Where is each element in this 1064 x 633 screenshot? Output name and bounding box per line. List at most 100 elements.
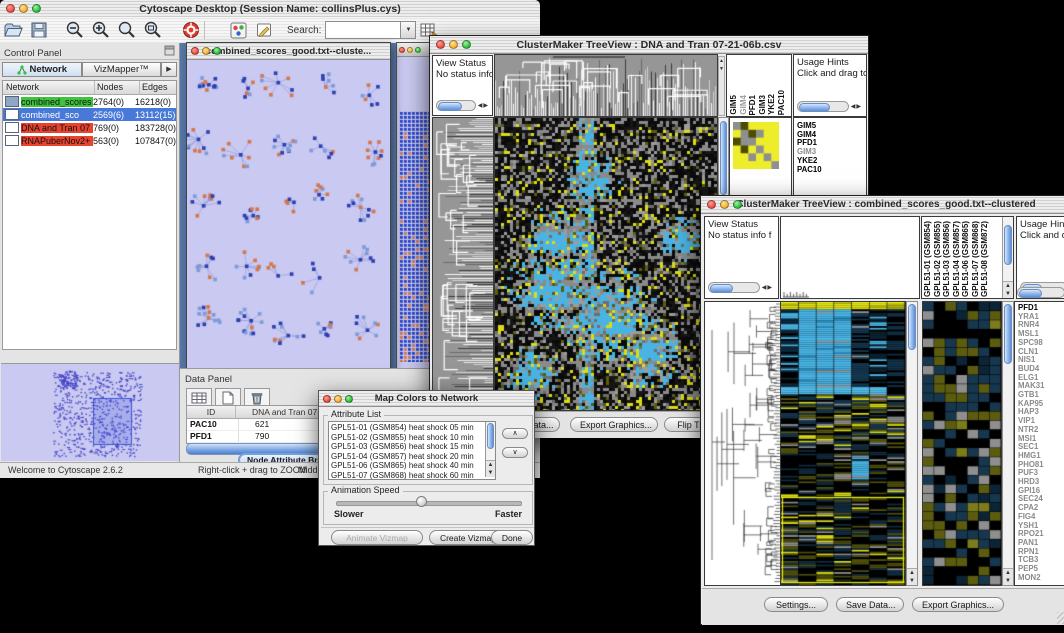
traffic-lights[interactable] bbox=[6, 4, 41, 13]
attribute-list[interactable]: GPL51-01 (GSM854) heat shock 05 min GPL51… bbox=[328, 421, 496, 480]
minimize-icon[interactable] bbox=[720, 200, 729, 209]
column-label[interactable]: YKE2 bbox=[768, 94, 777, 115]
zoom-window-icon[interactable] bbox=[415, 47, 421, 53]
search-dropdown-button[interactable] bbox=[401, 21, 416, 39]
column-label[interactable]: GIM3 bbox=[759, 95, 768, 115]
network-table-row[interactable]: DNA and Tran 07769(0)183728(0) bbox=[3, 121, 176, 134]
column-label[interactable]: GPL51-03 (GSM856) bbox=[943, 221, 952, 297]
tv2-zoom-heatmap[interactable] bbox=[922, 301, 1002, 586]
close-icon[interactable] bbox=[707, 200, 716, 209]
close-icon[interactable] bbox=[436, 40, 445, 49]
network-overview-panel[interactable] bbox=[1, 363, 179, 461]
tv2-save-data-button[interactable]: Save Data... bbox=[836, 597, 904, 612]
column-label[interactable]: GPL51-02 (GSM855) bbox=[934, 221, 943, 297]
close-icon[interactable] bbox=[6, 4, 15, 13]
gene-label[interactable]: PAC10 bbox=[797, 166, 866, 175]
traffic-lights[interactable] bbox=[436, 40, 471, 49]
tab-overflow-button[interactable] bbox=[161, 62, 177, 77]
animation-speed-slider[interactable] bbox=[336, 501, 522, 506]
column-label[interactable]: PAC10 bbox=[778, 90, 787, 115]
column-label[interactable]: GPL51-07 (GSM868) bbox=[972, 221, 981, 297]
close-icon[interactable] bbox=[323, 395, 331, 403]
zoom-window-icon[interactable] bbox=[733, 200, 742, 209]
scroll-up-icon[interactable] bbox=[719, 57, 724, 65]
network-table-row[interactable]: RNAPuberNov2+563(0)107847(0) bbox=[3, 134, 176, 147]
close-icon[interactable] bbox=[399, 47, 405, 53]
move-down-button[interactable]: ∨ bbox=[502, 447, 528, 458]
help-lifering-icon[interactable] bbox=[178, 19, 204, 41]
zoom-fit-icon[interactable] bbox=[114, 19, 140, 41]
scroll-down-icon[interactable] bbox=[486, 469, 495, 477]
save-session-icon[interactable] bbox=[26, 19, 52, 41]
tv2-export-graphics-button[interactable]: Export Graphics... bbox=[912, 597, 1004, 612]
zoom-selected-icon[interactable] bbox=[140, 19, 166, 41]
column-label[interactable]: GPL51-08 (GSM872) bbox=[981, 221, 990, 297]
scroll-up-icon[interactable] bbox=[1003, 282, 1013, 290]
zoom-window-icon[interactable] bbox=[213, 47, 221, 55]
tv1-row-dendrogram[interactable] bbox=[432, 117, 494, 411]
resize-grip-icon[interactable] bbox=[1057, 612, 1064, 624]
scroll-up-icon[interactable] bbox=[907, 569, 917, 577]
tv2-heatmap[interactable] bbox=[780, 301, 906, 586]
scroll-up-icon[interactable] bbox=[1003, 569, 1013, 577]
tv2-zoom-vscrollbar[interactable] bbox=[1002, 301, 1014, 586]
scroll-right-icon[interactable] bbox=[856, 103, 861, 111]
slider-thumb[interactable] bbox=[416, 496, 427, 507]
minimize-icon[interactable] bbox=[449, 40, 458, 49]
tv2-gene-list-hscrollbar[interactable] bbox=[1017, 287, 1064, 298]
minimize-icon[interactable] bbox=[202, 47, 210, 55]
column-label[interactable]: GPL51-01 (GSM854) bbox=[924, 221, 933, 297]
tv1-global-thumbnail[interactable] bbox=[733, 122, 779, 169]
tv2-status-scrollbar[interactable] bbox=[708, 282, 772, 293]
scroll-left-icon[interactable] bbox=[762, 284, 767, 292]
data-col-id[interactable]: ID bbox=[187, 406, 236, 418]
attribute-list-vscrollbar[interactable] bbox=[485, 422, 495, 477]
tv1-column-dendrogram[interactable] bbox=[494, 54, 718, 117]
col-header-edges[interactable]: Edges bbox=[140, 81, 176, 94]
scroll-up-icon[interactable] bbox=[486, 461, 495, 469]
tv1-heatmap[interactable] bbox=[494, 117, 718, 411]
main-title-bar[interactable]: Cytoscape Desktop (Session Name: collins… bbox=[0, 0, 540, 18]
minimize-icon[interactable] bbox=[334, 395, 342, 403]
scroll-down-icon[interactable] bbox=[1003, 290, 1013, 298]
scroll-down-icon[interactable] bbox=[719, 65, 724, 73]
zoom-window-icon[interactable] bbox=[32, 4, 41, 13]
tab-network[interactable]: Network bbox=[2, 62, 82, 77]
traffic-lights[interactable] bbox=[399, 47, 421, 53]
tv1-status-scrollbar[interactable] bbox=[436, 100, 488, 111]
traffic-lights[interactable] bbox=[707, 200, 742, 209]
tab-vizmapper[interactable]: VizMapper™ bbox=[82, 62, 162, 77]
annotation-icon[interactable] bbox=[251, 19, 277, 41]
scroll-right-icon[interactable] bbox=[767, 284, 772, 292]
open-session-icon[interactable] bbox=[0, 19, 26, 41]
column-label[interactable]: GPL51-04 (GSM857) bbox=[953, 221, 962, 297]
scroll-down-icon[interactable] bbox=[907, 577, 917, 585]
col-header-network[interactable]: Network bbox=[3, 81, 95, 94]
traffic-lights[interactable] bbox=[323, 395, 353, 403]
tv2-heatmap-vscrollbar[interactable] bbox=[906, 301, 918, 586]
zoom-out-icon[interactable] bbox=[62, 19, 88, 41]
column-label[interactable]: GIM4 bbox=[740, 95, 749, 115]
gene-label[interactable]: MON2 bbox=[1018, 574, 1064, 583]
network-overview-canvas[interactable] bbox=[1, 364, 179, 461]
column-label[interactable]: GPL51-06 (GSM865) bbox=[962, 221, 971, 297]
column-label[interactable]: PFD1 bbox=[749, 95, 758, 115]
tv1-export-graphics-button[interactable]: Export Graphics... bbox=[570, 417, 658, 432]
close-icon[interactable] bbox=[191, 47, 199, 55]
scroll-right-icon[interactable] bbox=[483, 102, 488, 110]
attribute-list-item[interactable]: GPL51-01 (GSM854) heat shock 05 min bbox=[331, 423, 493, 433]
scroll-left-icon[interactable] bbox=[478, 102, 483, 110]
tv2-labels-vscrollbar[interactable] bbox=[1002, 217, 1013, 298]
traffic-lights[interactable] bbox=[191, 47, 221, 55]
attribute-list-item[interactable]: GPL51-06 (GSM865) heat shock 40 min bbox=[331, 461, 493, 471]
tv1-usage-scrollbar[interactable] bbox=[797, 101, 861, 112]
attribute-list-item[interactable]: GPL51-03 (GSM856) heat shock 15 min bbox=[331, 442, 493, 452]
attribute-list-item[interactable]: GPL51-04 (GSM857) heat shock 20 min bbox=[331, 452, 493, 462]
minimize-icon[interactable] bbox=[407, 47, 413, 53]
column-label[interactable]: GIM5 bbox=[730, 95, 739, 115]
move-up-button[interactable]: ∧ bbox=[502, 428, 528, 439]
animate-vizmap-button[interactable]: Animate Vizmap bbox=[331, 530, 423, 545]
network-table-row[interactable]: combined_scores2764(0)16218(0) bbox=[3, 95, 176, 108]
attribute-list-item[interactable]: GPL51-07 (GSM868) heat shock 60 min bbox=[331, 471, 493, 481]
col-header-nodes[interactable]: Nodes bbox=[95, 81, 140, 94]
